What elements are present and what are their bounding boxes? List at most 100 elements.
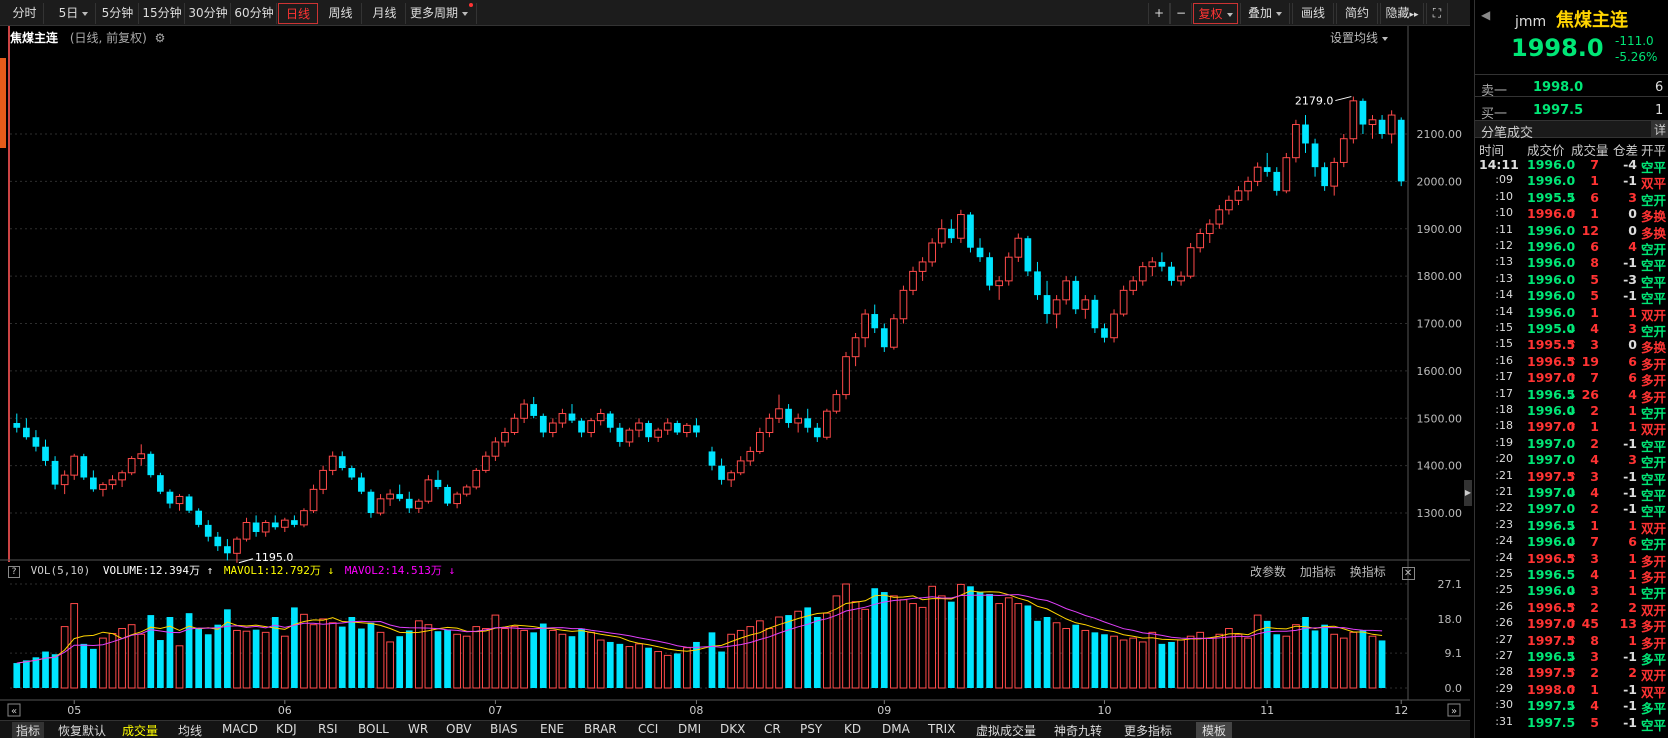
trade-oi-change: -4	[1623, 157, 1637, 172]
trades-list[interactable]: 14:11 1996.0 7 -4 空平:09 1996.0 1 -1 双平:10 1995.5 ↓…	[1475, 157, 1668, 738]
tab-ma[interactable]: 均线	[178, 722, 202, 738]
candle-body-down	[880, 328, 888, 348]
volume-bar-up	[823, 612, 831, 689]
trade-price: 1996.0	[1527, 222, 1576, 238]
trade-price: 1996.0	[1527, 173, 1576, 189]
tab-volume[interactable]: 成交量	[122, 722, 158, 738]
tab-dma[interactable]: DMA	[882, 722, 910, 736]
tab-cr[interactable]: CR	[764, 722, 781, 736]
tab-dkx[interactable]: DKX	[720, 722, 745, 736]
y-tick-label: 1600.00	[1417, 365, 1463, 378]
help-icon[interactable]: ?	[8, 566, 20, 578]
add-indicator-button[interactable]: 加指标	[1300, 565, 1336, 579]
tab-dmi[interactable]: DMI	[678, 722, 701, 736]
volume-bar-up	[491, 614, 500, 689]
tab-kd[interactable]: KD	[844, 722, 861, 736]
trade-row: :31 1997.5 5 -1 空平	[1475, 715, 1668, 733]
switch-indicator-button[interactable]: 换指标	[1350, 565, 1386, 579]
tab-virtual-volume[interactable]: 虚拟成交量	[976, 722, 1036, 738]
volume-bar-down	[1158, 643, 1166, 688]
close-icon[interactable]: ✕	[1401, 567, 1415, 580]
tab-obv[interactable]: OBV	[446, 722, 472, 736]
tab-bias[interactable]: BIAS	[490, 722, 518, 736]
change-params-button[interactable]: 改参数	[1250, 565, 1286, 579]
candle-body-up	[175, 495, 184, 505]
tab-boll[interactable]: BOLL	[358, 722, 389, 736]
trade-row: :14 1996.0 5 -1 空平	[1475, 288, 1668, 306]
candle-body-up	[928, 242, 937, 263]
trade-volume: 19	[1581, 353, 1599, 369]
volume-bar-up	[1339, 637, 1348, 689]
trade-row: :09 1996.0 1 -1 双平	[1475, 173, 1668, 191]
candle-body-down	[434, 479, 442, 487]
ask-volume: 6	[1655, 80, 1664, 95]
tab-macd[interactable]: MACD	[222, 722, 258, 736]
candle-body-down	[568, 413, 576, 421]
tab-wr[interactable]: WR	[408, 722, 428, 736]
tab-cci[interactable]: CCI	[638, 722, 658, 736]
trade-time: :18	[1495, 419, 1513, 433]
candle-body-up	[861, 313, 870, 339]
trade-direction-icon: ↓	[1567, 517, 1578, 533]
tab-restore-default[interactable]: 恢复默认	[58, 722, 106, 738]
volume-bar-up	[1014, 603, 1023, 689]
tab-brar[interactable]: BRAR	[584, 722, 617, 736]
trade-direction-icon: ↓	[1567, 485, 1578, 500]
volume-bar-up	[1349, 631, 1358, 689]
trade-time: :11	[1495, 222, 1513, 236]
volume-bar-up	[1081, 629, 1090, 689]
candle-body-down	[606, 413, 614, 428]
trade-volume: 8	[1590, 632, 1599, 648]
trade-time: :27	[1495, 649, 1513, 662]
volume-bar-up	[1177, 639, 1185, 689]
candle-body-up	[414, 500, 423, 509]
trade-price: 1997.0	[1527, 452, 1576, 468]
trade-time: :26	[1495, 599, 1513, 613]
panel-collapse-handle[interactable]: ▶	[1464, 480, 1472, 506]
volume-bar-up	[1196, 631, 1205, 689]
candle-body-down	[1311, 143, 1319, 168]
volume-bar-up	[654, 651, 662, 689]
candle-body-down	[976, 247, 984, 258]
candle-body-down	[90, 477, 97, 490]
volume-bar-up	[794, 610, 803, 689]
candle-body-down	[291, 520, 298, 525]
trade-oi-change: 13	[1619, 616, 1637, 632]
trade-time: :21	[1495, 468, 1513, 482]
trades-detail-button[interactable]: 详	[1651, 121, 1668, 137]
tab-psy[interactable]: PSY	[800, 722, 822, 736]
candle-body-down	[539, 415, 547, 433]
trade-volume: 2	[1590, 435, 1599, 451]
tab-trix[interactable]: TRIX	[928, 722, 955, 736]
trade-volume: 4	[1590, 321, 1599, 336]
tab-ene[interactable]: ENE	[540, 722, 564, 736]
tab-kdj[interactable]: KDJ	[276, 722, 297, 736]
tab-indicator[interactable]: 指标	[12, 722, 45, 738]
quote-code: jmm	[1515, 14, 1547, 30]
trade-direction-icon: ↑	[1567, 599, 1578, 615]
trade-oi-change: 4	[1628, 239, 1637, 254]
trade-direction-icon: ↓	[1567, 386, 1578, 402]
volume-bar-up	[1205, 637, 1214, 689]
trade-price: 1997.0	[1527, 501, 1576, 517]
trade-volume: 5	[1590, 288, 1599, 304]
tab-template[interactable]: 模板	[1196, 722, 1233, 738]
candle-body-down	[214, 536, 222, 547]
candle-body-up	[1062, 280, 1071, 301]
volume-bar-up	[1234, 633, 1243, 689]
volume-bar-down	[539, 623, 547, 688]
trade-oi-change: 3	[1628, 452, 1637, 468]
trade-direction-icon: ↓	[1567, 534, 1578, 550]
candle-body-up	[765, 417, 774, 433]
tab-more-indicators[interactable]: 更多指标	[1124, 722, 1172, 738]
trade-oi-change: 4	[1628, 386, 1637, 402]
candle-body-down	[645, 423, 652, 438]
tab-rsi[interactable]: RSI	[318, 722, 338, 736]
candle-body-down	[947, 228, 955, 239]
volume-bar-up	[683, 647, 691, 689]
chevron-left-icon[interactable]: ◀	[1481, 8, 1490, 22]
tab-magic-nine[interactable]: 神奇九转	[1054, 722, 1102, 738]
candle-body-down	[13, 423, 21, 428]
volume-bar-up	[596, 639, 605, 689]
trade-row: :25 1996.5 4 1 多开	[1475, 567, 1668, 585]
